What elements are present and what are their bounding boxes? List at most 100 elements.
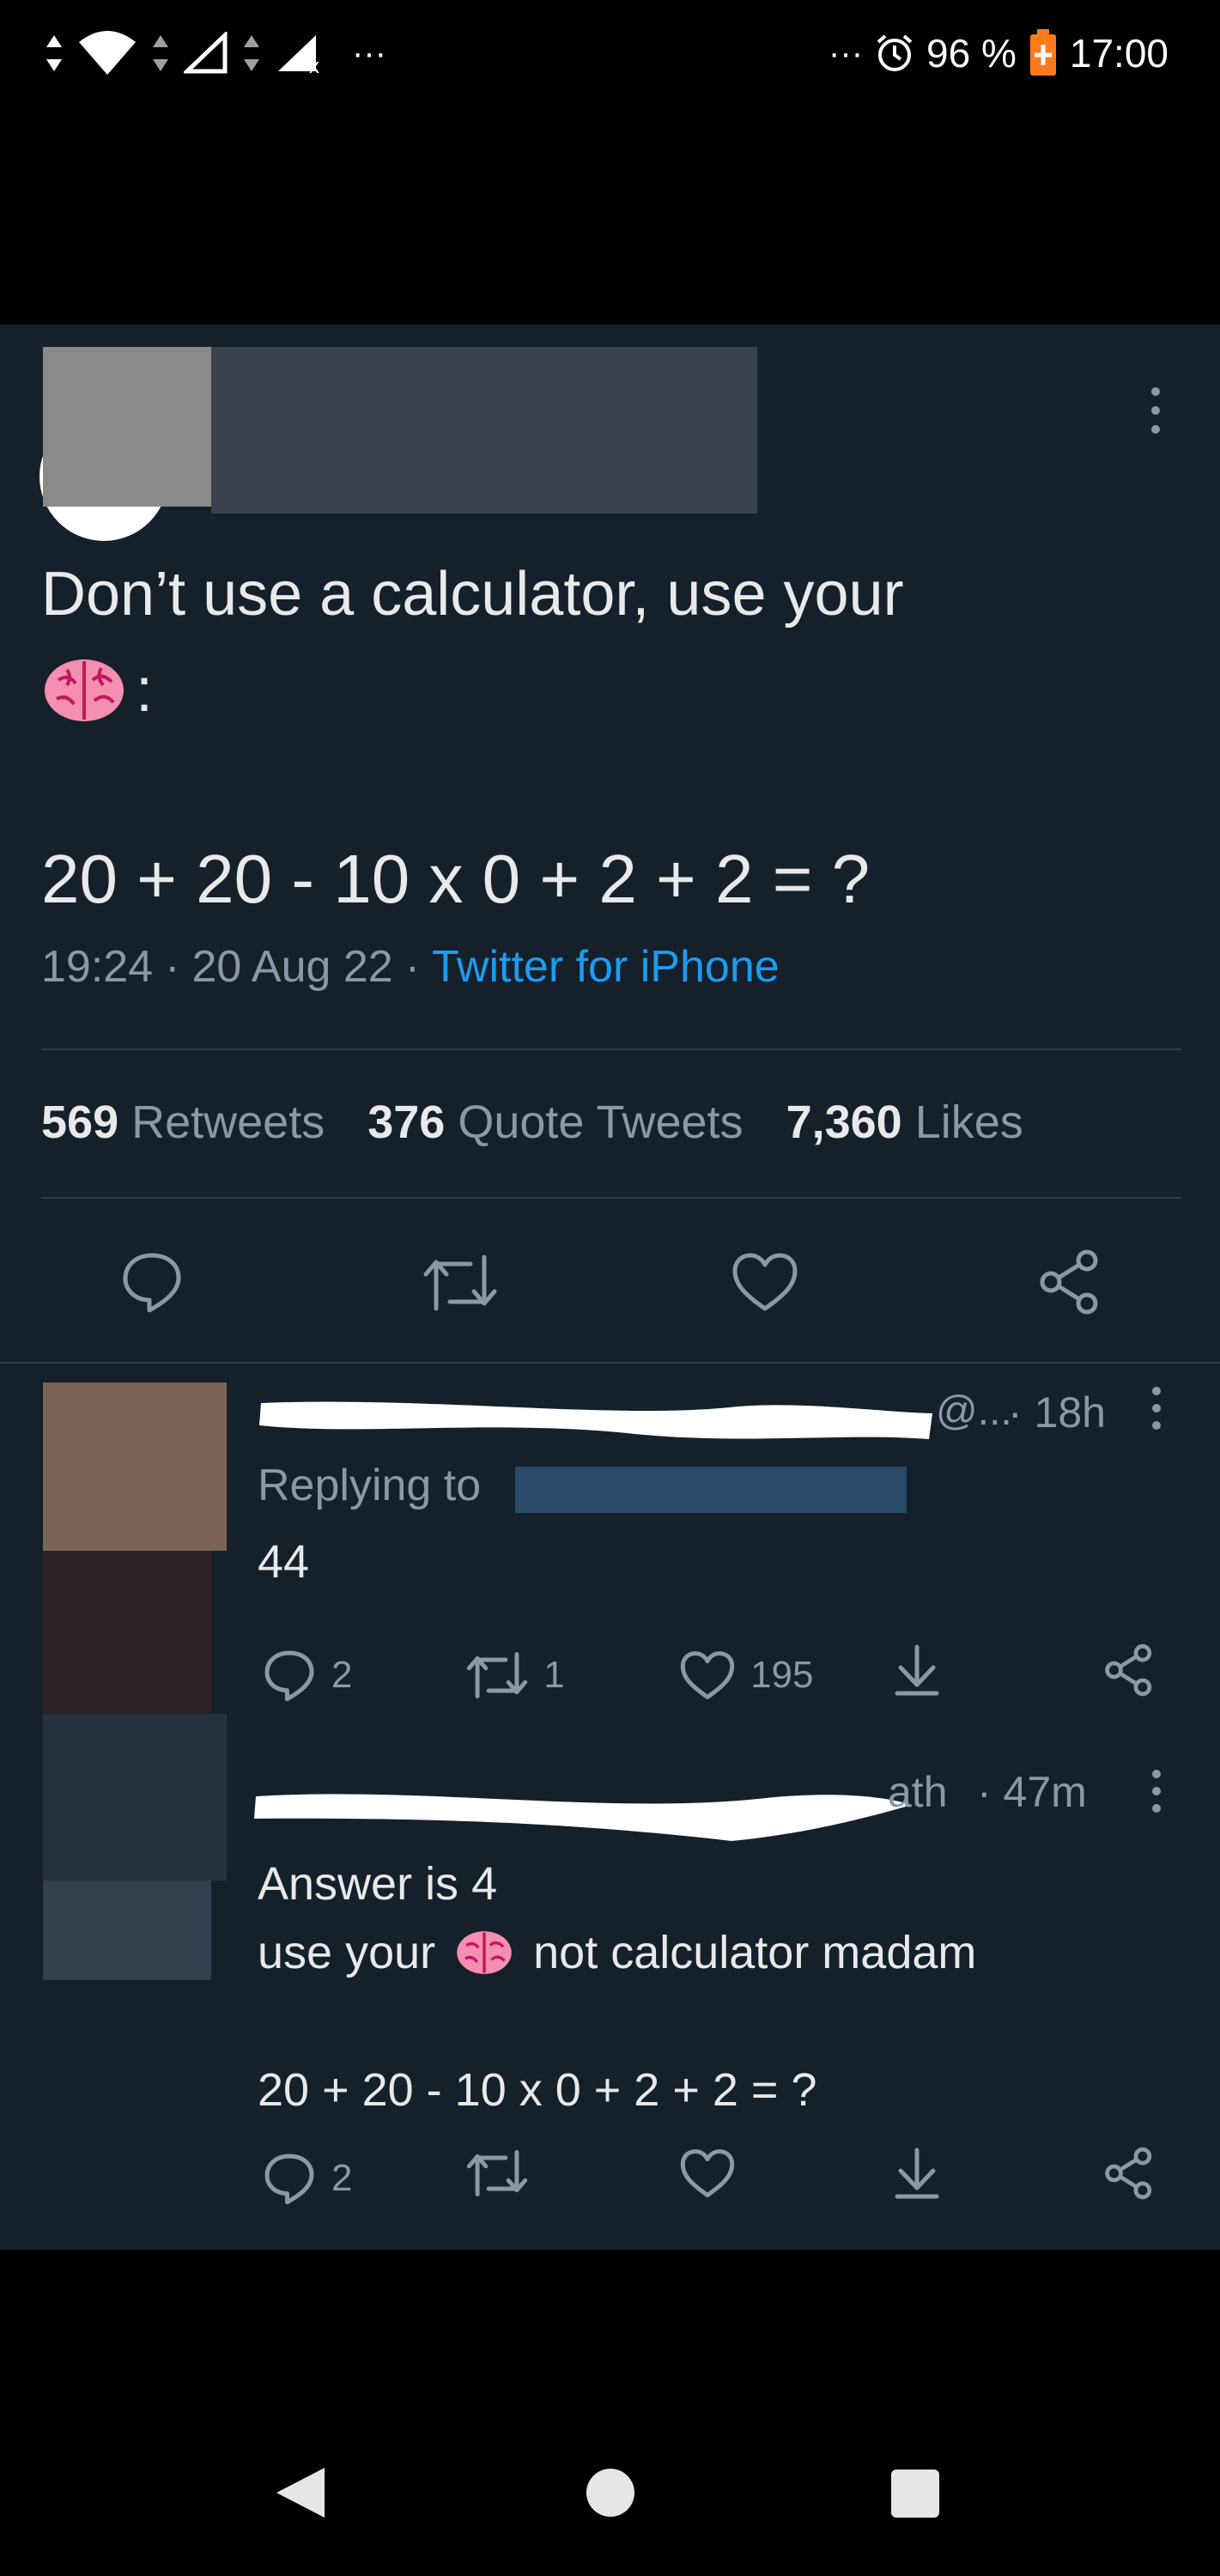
reply-more-icon[interactable] — [1147, 1767, 1166, 1820]
like-button[interactable] — [731, 1252, 798, 1312]
reply-avatar-redaction — [43, 1382, 227, 1551]
brain-emoji — [45, 659, 124, 721]
tweet-date: 20 Aug 22 — [191, 942, 393, 992]
tweet-source-link[interactable]: Twitter for iPhone — [432, 941, 780, 993]
like-count: 195 — [750, 1653, 814, 1696]
reply-text-fragment: use your — [258, 1927, 436, 1978]
quotes-label: Quote Tweets — [458, 1097, 744, 1148]
reply-icon — [264, 1650, 314, 1701]
reply-share-button[interactable] — [1102, 1643, 1156, 1706]
reply-time: · 18h — [1008, 1388, 1106, 1437]
meta-separator: · — [404, 942, 421, 992]
data-arrows-icon — [153, 35, 168, 71]
battery-percent: 96 % — [926, 31, 1017, 76]
replying-to-label: Replying to — [258, 1461, 482, 1510]
like-icon — [680, 1650, 735, 1699]
reply-like-button[interactable]: 195 — [680, 1650, 877, 1700]
share-button[interactable] — [1037, 1249, 1102, 1315]
status-icons-right: ··· 96 % 17:00 — [829, 26, 1168, 81]
svg-text:x: x — [309, 55, 319, 75]
divider — [41, 1197, 1181, 1199]
divider — [0, 1362, 1220, 1364]
tweet-text-colon: : — [136, 656, 154, 725]
retweet-icon — [423, 1255, 497, 1311]
reply-reply-button[interactable]: 2 — [263, 1649, 451, 1702]
reply-text-line: Answer is 4 — [258, 1858, 498, 1910]
bookmark-icon — [895, 2148, 939, 2199]
recents-icon — [891, 2470, 939, 2518]
reply-icon — [264, 2154, 314, 2204]
reply-more-icon[interactable] — [1147, 1384, 1166, 1437]
reply-retweet-button[interactable]: 1 — [466, 1651, 665, 1699]
reply-like-button[interactable] — [680, 2148, 877, 2208]
reply-bookmark-button[interactable] — [892, 1643, 1087, 1706]
reply-actions: 2 1 195 — [263, 1643, 1156, 1706]
tweet-meta: 19:24 · 20 Aug 22 · Twitter for iPhone — [41, 941, 780, 993]
battery-icon — [1029, 29, 1056, 76]
avatar-redaction — [43, 347, 211, 507]
back-icon — [276, 2468, 325, 2518]
reply-name-redaction — [251, 1784, 929, 1844]
alarm-icon — [877, 34, 913, 71]
share-icon — [1105, 2147, 1152, 2200]
reply-name-redaction — [258, 1394, 936, 1446]
reply-handle: ath — [888, 1768, 948, 1816]
brain-emoji — [457, 1931, 512, 1974]
replying-to-handle-redaction — [515, 1467, 907, 1513]
reply-bookmark-button[interactable] — [892, 2147, 1087, 2209]
data-arrows-icon — [244, 35, 259, 71]
retweets-count: 569 — [41, 1097, 119, 1148]
quotes-count: 376 — [367, 1097, 446, 1148]
likes-stat[interactable]: 7,360 Likes — [786, 1096, 1023, 1149]
reply-icon — [123, 1253, 181, 1313]
divider — [41, 1048, 1181, 1050]
meta-separator: · — [165, 942, 180, 992]
tweet-detail-card: Don’t use a calculator, use your : 20 + … — [0, 325, 1220, 2250]
home-button[interactable] — [585, 2467, 636, 2523]
likes-count: 7,360 — [786, 1097, 902, 1148]
tweet-time: 19:24 — [41, 942, 154, 992]
likes-label: Likes — [914, 1097, 1023, 1148]
more-options-icon[interactable] — [1145, 385, 1166, 436]
status-icons-left: x ··· — [45, 26, 386, 81]
reply-reply-button[interactable]: 2 — [263, 2152, 451, 2205]
clock: 17:00 — [1069, 31, 1168, 76]
reply-avatar-redaction — [43, 1714, 227, 1880]
quotes-stat[interactable]: 376 Quote Tweets — [367, 1096, 743, 1149]
home-icon — [586, 2469, 634, 2517]
share-icon — [1105, 1643, 1152, 1697]
reply-time: · 47m — [977, 1768, 1087, 1816]
reply-share-button[interactable] — [1102, 2147, 1156, 2209]
retweet-button[interactable] — [422, 1254, 498, 1312]
reply-text-line: 20 + 20 - 10 x 0 + 2 + 2 = ? — [258, 2064, 817, 2116]
reply-count: 2 — [331, 1653, 353, 1696]
retweet-count: 1 — [543, 1653, 565, 1696]
bookmark-icon — [895, 1644, 939, 1696]
wifi-icon — [79, 31, 136, 75]
tweet-text: Don’t use a calculator, use your : — [41, 546, 1174, 738]
reply-text-line: use your not calculator madam — [258, 1918, 976, 1987]
more-status: ··· — [829, 33, 864, 72]
like-icon — [732, 1253, 798, 1311]
tweet-stats: 569 Retweets 376 Quote Tweets 7,360 Like… — [41, 1096, 1023, 1149]
retweets-stat[interactable]: 569 Retweets — [41, 1096, 325, 1149]
notification-more: ··· — [352, 33, 386, 72]
recents-button[interactable] — [889, 2468, 941, 2524]
reply-count: 2 — [331, 2156, 353, 2199]
share-icon — [1040, 1249, 1098, 1315]
status-bar: x ··· ··· 96 % 17:00 — [0, 0, 1220, 112]
signal-icon — [184, 32, 228, 74]
signal-no-service-icon: x — [278, 35, 319, 75]
tweet-text-line1: Don’t use a calculator, use your — [41, 560, 904, 629]
reply-retweet-button[interactable] — [466, 2149, 665, 2207]
data-arrows-icon — [46, 35, 62, 71]
like-icon — [680, 2149, 735, 2197]
back-button[interactable] — [273, 2464, 328, 2525]
reply-button[interactable] — [120, 1250, 184, 1314]
reply-text: 44 — [258, 1536, 310, 1588]
reply-text: Answer is 4 use your not calculator mada… — [258, 1850, 976, 2124]
retweets-label: Retweets — [131, 1097, 325, 1148]
retweet-icon — [467, 2150, 528, 2196]
reply-handle: @... — [936, 1388, 1012, 1434]
